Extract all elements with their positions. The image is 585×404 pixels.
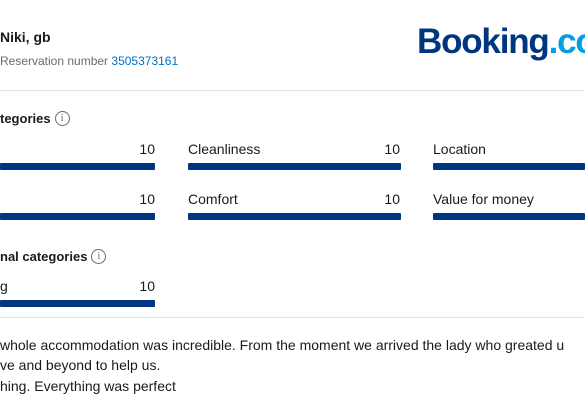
category-label: Value for money [433,191,534,207]
category-score-bar [433,163,585,170]
score-bar-fill [0,213,155,220]
category-score-bar [0,163,155,170]
score-bar-fill [188,163,401,170]
category-label: g [0,278,8,294]
category-score: 10 [139,191,155,207]
categories-title-text: tegories [0,111,51,126]
additional-categories-title: nal categories i [0,249,107,264]
categories-title: tegories i [0,111,70,126]
category-score: 10 [139,278,155,294]
category-score-bar [433,213,585,220]
category-score-bar [188,213,401,220]
guest-name: Niki, gb [0,29,51,45]
score-bar-fill [0,300,155,307]
review-text-line: whole accommodation was incredible. From… [0,337,565,353]
score-bar-fill [433,213,585,220]
section-divider [0,317,585,318]
info-icon[interactable]: i [54,111,70,126]
reservation-line: Reservation number 3505373161 [0,54,178,68]
score-bar-fill [0,163,155,170]
logo-text: Booking [417,22,550,61]
review-text-line: hing. Everything was perfect [0,378,176,394]
category-score-bar [188,163,401,170]
category-score-bar [0,300,155,307]
category-label: Cleanliness [188,141,261,157]
logo-suffix: .co [548,22,585,61]
booking-logo[interactable]: Booking.co [417,24,585,59]
category-label: Location [433,141,486,157]
reservation-label: Reservation number [0,54,109,68]
review-text-line: ve and beyond to help us. [0,357,161,373]
additional-categories-title-text: nal categories [0,249,88,264]
category-label: Comfort [188,191,238,207]
category-score: 10 [139,141,155,157]
info-icon[interactable]: i [91,249,107,264]
score-bar-fill [433,163,585,170]
reservation-number-link[interactable]: 3505373161 [111,54,178,68]
score-bar-fill [188,213,401,220]
category-score: 10 [384,141,400,157]
category-score-bar [0,213,155,220]
header-divider [0,90,585,91]
category-score: 10 [384,191,400,207]
